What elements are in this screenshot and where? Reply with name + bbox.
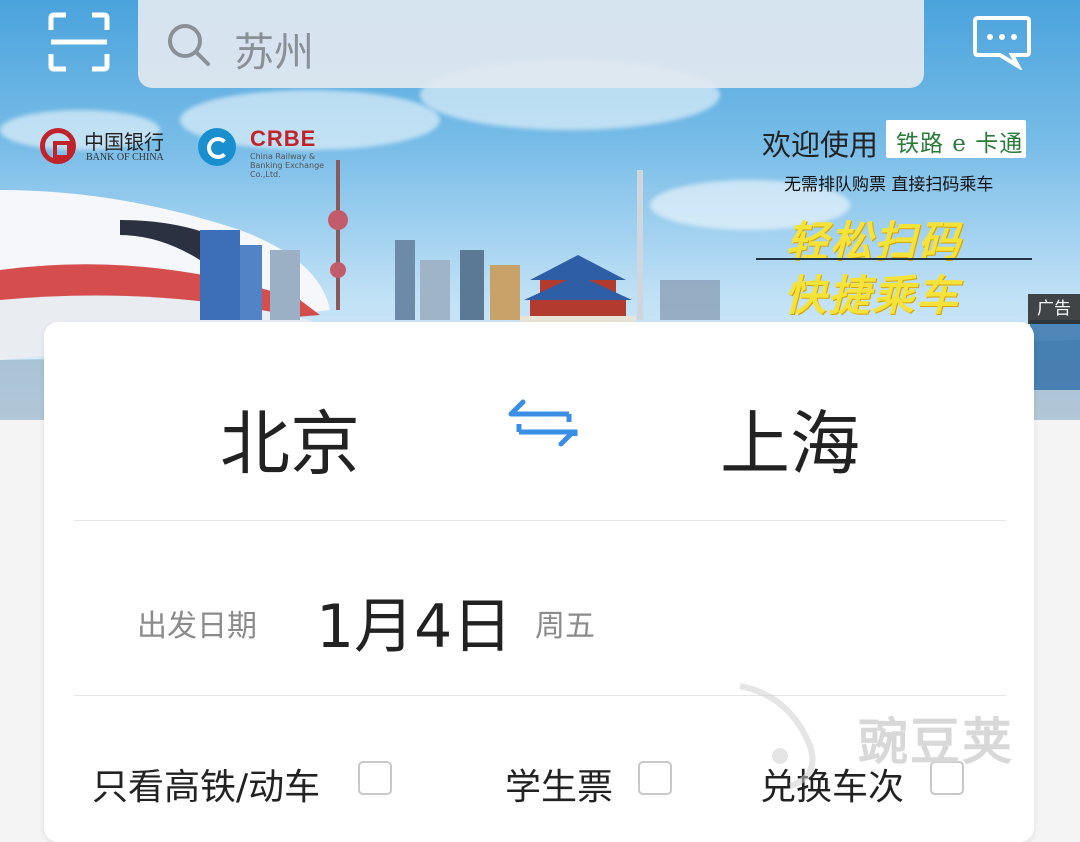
- banner-tagline: 无需排队购票 直接扫码乘车: [784, 175, 994, 195]
- watermark-text: 豌豆荚: [858, 713, 1014, 771]
- search-input[interactable]: 苏州: [138, 0, 924, 88]
- date-label: 出发日期: [137, 609, 257, 644]
- brand-name: 铁路 e 卡通: [896, 131, 1024, 157]
- option-high-speed-label[interactable]: 只看高铁/动车: [92, 758, 320, 810]
- banner-slogan-2: 快捷乘车: [784, 271, 961, 320]
- divider: [74, 520, 1006, 521]
- boc-name-cn: 中国银行: [84, 130, 164, 154]
- top-bar: 苏州: [0, 0, 1080, 100]
- departure-date[interactable]: 1月4日: [316, 578, 512, 665]
- search-icon: [168, 24, 210, 66]
- weekday: 周五: [535, 609, 595, 644]
- bank-of-china-mark: [40, 128, 76, 164]
- crbe-logo: CRBE China Railway & Banking Exchange Co…: [198, 126, 328, 179]
- crbe-subtitle: China Railway & Banking Exchange Co.,Ltd…: [250, 152, 325, 179]
- brand-logo: 铁路 e 卡通: [886, 120, 1026, 158]
- crbe-mark: [198, 128, 236, 166]
- crbe-name: CRBE: [250, 126, 317, 151]
- ad-label: 广告: [1028, 294, 1080, 324]
- option-high-speed-checkbox[interactable]: [358, 761, 392, 795]
- option-student-checkbox[interactable]: [638, 761, 672, 795]
- banner-welcome: 欢迎使用: [762, 128, 879, 162]
- arrival-city[interactable]: 上海: [720, 388, 860, 489]
- option-student-label[interactable]: 学生票: [505, 758, 613, 810]
- bank-of-china-logo: 中国银行 BANK OF CHINA: [40, 126, 180, 170]
- departure-city[interactable]: 北京: [220, 388, 360, 489]
- swap-stations-icon[interactable]: [497, 396, 583, 448]
- slogan-divider: [756, 258, 1032, 260]
- boc-name-en: BANK OF CHINA: [86, 152, 164, 163]
- message-icon[interactable]: [972, 14, 1032, 70]
- scan-icon[interactable]: [48, 12, 110, 72]
- search-placeholder: 苏州: [234, 30, 314, 76]
